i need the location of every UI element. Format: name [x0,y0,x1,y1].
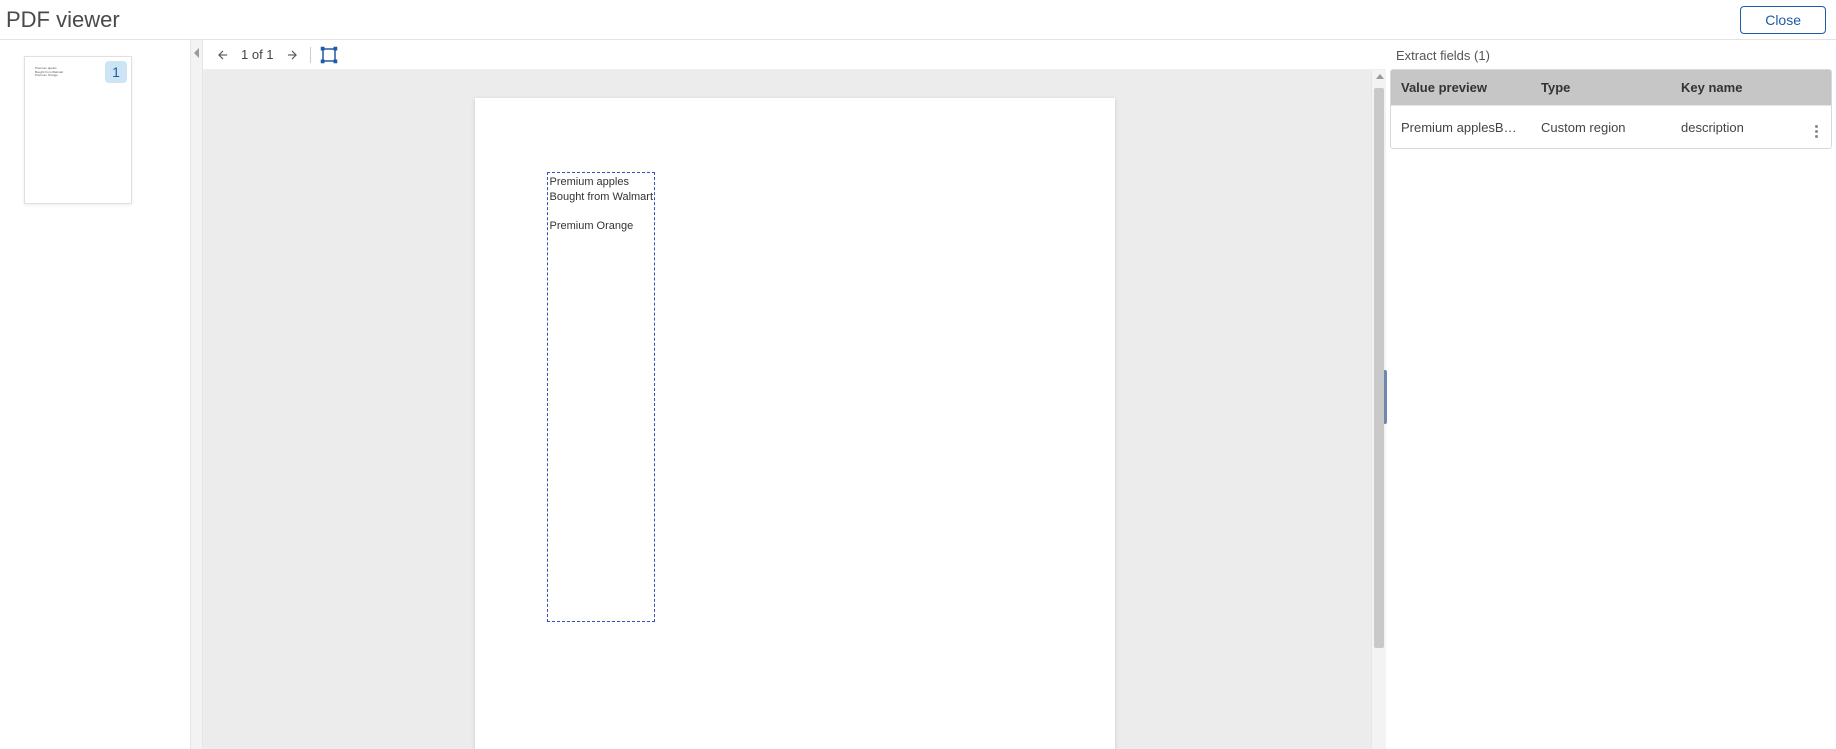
table-row[interactable]: Premium applesBo... Custom region descri… [1391,105,1831,148]
region-text-line: Bought from Walmart [550,190,652,205]
header-bar: PDF viewer Close [0,0,1836,40]
viewer-toolbar: 1 of 1 [203,40,1386,70]
document-scroll-area[interactable]: Premium apples Bought from Walmart Premi… [203,70,1386,749]
toolbar-separator [310,47,311,63]
cell-actions [1801,106,1831,148]
cell-type: Custom region [1531,110,1671,145]
thumbnail-preview-text: Premium apples Bought from Walmart Premi… [35,67,63,78]
cell-value-preview: Premium applesBo... [1391,110,1531,145]
page-thumbnail[interactable]: Premium apples Bought from Walmart Premi… [24,56,132,204]
extraction-region[interactable]: Premium apples Bought from Walmart Premi… [547,172,655,622]
row-menu-button[interactable] [1815,125,1818,138]
scrollbar-thumb[interactable] [1374,88,1384,648]
region-text-line: Premium apples [550,175,652,190]
app-title: PDF viewer [6,7,120,33]
prev-page-button[interactable] [213,45,233,65]
page-indicator: 1 of 1 [241,47,274,62]
col-header-type[interactable]: Type [1531,70,1671,105]
left-splitter[interactable] [190,40,203,749]
extract-fields-title: Extract fields (1) [1386,40,1836,69]
next-page-button[interactable] [282,45,302,65]
extract-fields-panel: Extract fields (1) Value preview Type Ke… [1386,40,1836,749]
col-header-key[interactable]: Key name [1671,70,1801,105]
pdf-viewer-app: PDF viewer Close Premium apples Bought f… [0,0,1836,749]
col-header-value[interactable]: Value preview [1391,70,1531,105]
region-text-line: Premium Orange [550,219,652,234]
close-button[interactable]: Close [1740,6,1826,34]
thumbnail-panel: Premium apples Bought from Walmart Premi… [0,40,190,749]
table-header-row: Value preview Type Key name [1391,70,1831,105]
thumbnail-page-number: 1 [105,61,127,83]
document-viewer: 1 of 1 [203,40,1386,749]
main-area: Premium apples Bought from Walmart Premi… [0,40,1836,749]
col-header-actions [1801,70,1831,105]
define-region-button[interactable] [319,45,339,65]
cell-key-name: description [1671,110,1801,145]
fields-table: Value preview Type Key name Premium appl… [1390,69,1832,149]
pdf-page[interactable]: Premium apples Bought from Walmart Premi… [475,98,1115,749]
collapse-left-icon [194,48,199,58]
scroll-up-icon [1376,74,1384,79]
